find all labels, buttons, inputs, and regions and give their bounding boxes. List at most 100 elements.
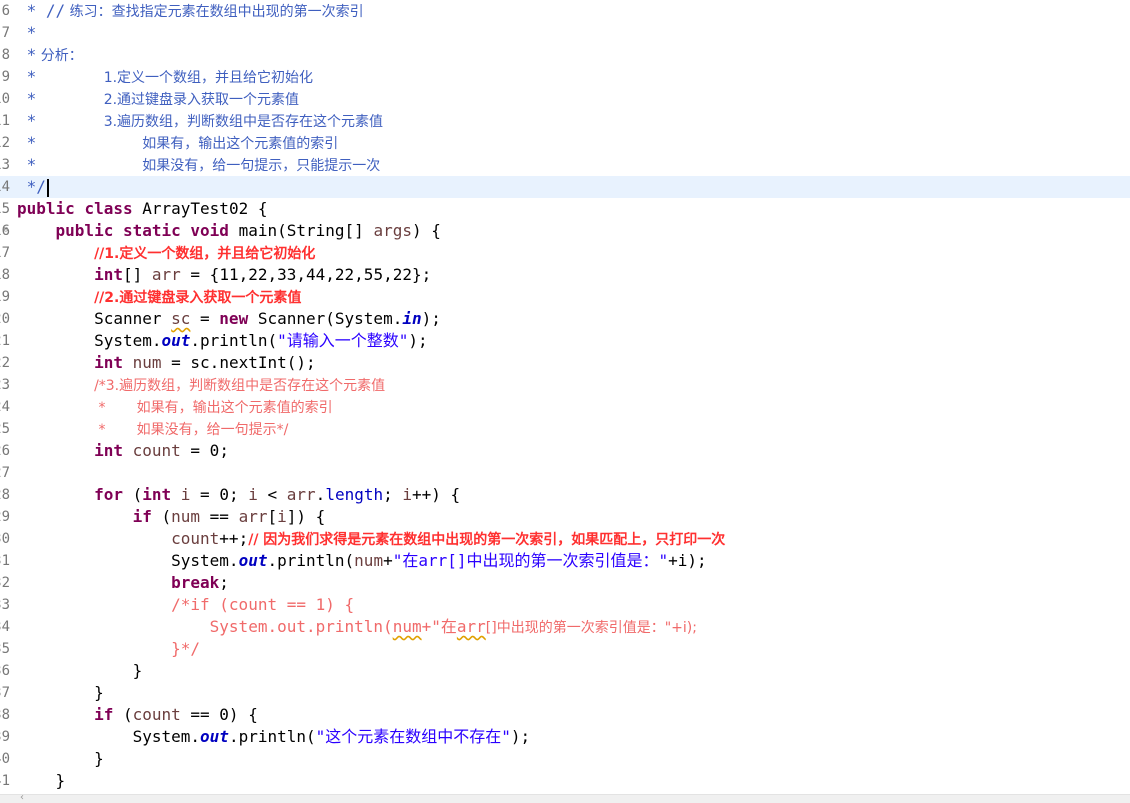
line-number: 8 bbox=[1, 47, 10, 63]
block-comment: /*3.遍历数组，判断数组中是否存在这个元素值 bbox=[94, 378, 386, 394]
code-line: 22 int num = sc.nextInt(); bbox=[0, 353, 316, 372]
line-number: 11 bbox=[0, 113, 10, 129]
line-number: 37 bbox=[0, 685, 10, 701]
code-line: 41 } bbox=[0, 771, 66, 790]
code-line: 35 }*/ bbox=[0, 638, 1130, 660]
code-line: 31 System.out.println(num+"在arr[]中出现的第一次… bbox=[0, 551, 707, 570]
line-number: 9 bbox=[1, 69, 10, 85]
code-line: 8 * 分析： bbox=[0, 44, 1130, 66]
horizontal-scrollbar[interactable]: ‹ bbox=[0, 792, 1130, 803]
line-number: 33 bbox=[0, 597, 10, 613]
code-line: 19 //2.通过键盘录入获取一个元素值 bbox=[0, 286, 1130, 308]
line-number: 7 bbox=[1, 25, 10, 41]
code-line: 40 } bbox=[0, 749, 104, 768]
comment-text: * bbox=[17, 89, 104, 108]
comment-text: 练习：查找指定元素在数组中出现的第一次索引 bbox=[65, 4, 364, 20]
line-number: 31 bbox=[0, 553, 10, 569]
comment-text: * bbox=[17, 67, 104, 86]
code-editor[interactable]: 6 * // 练习：查找指定元素在数组中出现的第一次索引 7 * 8 * 分析：… bbox=[0, 0, 1130, 795]
line-number: 13 bbox=[0, 157, 10, 173]
comment-text: 2.通过键盘录入获取一个元素值 bbox=[103, 92, 300, 108]
code-line: 20 Scanner sc = new Scanner(System.in); bbox=[0, 309, 441, 328]
line-number: 20 bbox=[0, 311, 10, 327]
code-line: 25 * 如果没有，给一句提示*/ bbox=[0, 418, 1130, 440]
warning-underline[interactable]: sc bbox=[171, 309, 190, 328]
comment-text: */ bbox=[17, 177, 46, 196]
class-declaration: ArrayTest02 { bbox=[132, 199, 268, 218]
line-number: 6 bbox=[1, 3, 10, 19]
line-number: 38 bbox=[0, 707, 10, 723]
block-comment: * 如果有，输出这个元素值的索引 bbox=[94, 400, 333, 416]
spelling-underline: num bbox=[392, 617, 422, 636]
spelling-underline: arr bbox=[456, 617, 486, 636]
comment-text: 如果没有，给一句提示，只能提示一次 bbox=[142, 158, 381, 174]
text-cursor bbox=[46, 178, 49, 197]
code-line: 34 System.out.println(num+"在arr[]中出现的第一次… bbox=[0, 617, 697, 636]
comment-text: * bbox=[17, 133, 143, 152]
line-comment: // 因为我们求得是元素在数组中出现的第一次索引，如果匹配上，只打印一次 bbox=[248, 532, 726, 548]
line-number: 21 bbox=[0, 333, 10, 349]
scroll-left-icon[interactable]: ‹ bbox=[20, 792, 24, 803]
comment-text: 分析： bbox=[36, 48, 83, 64]
line-number: 19 bbox=[0, 289, 10, 305]
comment-text: * bbox=[17, 23, 37, 42]
code-line: 9 * 1.定义一个数组，并且给它初始化 bbox=[0, 66, 1130, 88]
code-line: 23 /*3.遍历数组，判断数组中是否存在这个元素值 bbox=[0, 374, 1130, 396]
code-line: 7 * bbox=[0, 22, 1130, 44]
comment-text: * bbox=[17, 111, 104, 130]
line-number: 14 bbox=[0, 179, 10, 195]
code-line: 32 break; bbox=[0, 573, 229, 592]
line-number: 39 bbox=[0, 729, 10, 745]
line-number: 24 bbox=[0, 399, 10, 415]
code-line: 29 if (num == arr[i]) { bbox=[0, 507, 326, 526]
comment-text: 如果有，输出这个元素值的索引 bbox=[142, 136, 339, 152]
current-line[interactable]: 14 */ bbox=[0, 176, 1130, 198]
line-number: 41 bbox=[0, 773, 10, 789]
string-literal: "这个元素在数组中不存在" bbox=[315, 727, 511, 746]
block-comment: /*if (count == 1) { bbox=[171, 595, 355, 614]
string-literal: "在arr[]中出现的第一次索引值是：" bbox=[392, 551, 669, 570]
line-number: 29 bbox=[0, 509, 10, 525]
line-comment: //2.通过键盘录入获取一个元素值 bbox=[94, 290, 302, 306]
line-number: 30 bbox=[0, 531, 10, 547]
line-number: 27 bbox=[0, 465, 10, 481]
block-comment: }*/ bbox=[171, 639, 201, 658]
code-line: 13 * 如果没有，给一句提示，只能提示一次 bbox=[0, 154, 1130, 176]
line-number: 35 bbox=[0, 641, 10, 657]
string-literal: "请输入一个整数" bbox=[277, 331, 409, 350]
line-comment: //1.定义一个数组，并且给它初始化 bbox=[94, 246, 316, 262]
code-line: 15public class ArrayTest02 { bbox=[0, 199, 268, 218]
comment-text: * bbox=[17, 155, 143, 174]
comment-text: 1.定义一个数组，并且给它初始化 bbox=[103, 70, 314, 86]
line-number: 32 bbox=[0, 575, 10, 591]
line-number: 36 bbox=[0, 663, 10, 679]
line-number: 26 bbox=[0, 443, 10, 459]
code-line: 39 System.out.println("这个元素在数组中不存在"); bbox=[0, 727, 531, 746]
collapse-icon[interactable]: ⊖ bbox=[3, 226, 8, 235]
code-line: 37 } bbox=[0, 683, 104, 702]
code-line: 28 for (int i = 0; i < arr.length; i++) … bbox=[0, 485, 461, 504]
line-number: 34 bbox=[0, 619, 10, 635]
code-line: 12 * 如果有，输出这个元素值的索引 bbox=[0, 132, 1130, 154]
code-line: 33 /*if (count == 1) { bbox=[0, 594, 1130, 616]
comment-text: 3.遍历数组，判断数组中是否存在这个元素值 bbox=[103, 114, 384, 130]
code-line: 6 * // 练习：查找指定元素在数组中出现的第一次索引 bbox=[0, 0, 1130, 22]
code-line: 38 if (count == 0) { bbox=[0, 705, 258, 724]
code-line: 36 } bbox=[0, 661, 143, 680]
line-number: 17 bbox=[0, 245, 10, 261]
line-number: 10 bbox=[0, 91, 10, 107]
line-number: 12 bbox=[0, 135, 10, 151]
code-line: 26 int count = 0; bbox=[0, 441, 229, 460]
line-number: 23 bbox=[0, 377, 10, 393]
line-number: 15 bbox=[0, 201, 10, 217]
code-line: 27 bbox=[0, 462, 1130, 484]
code-line: 21 System.out.println("请输入一个整数"); bbox=[0, 331, 428, 350]
code-line: 10 * 2.通过键盘录入获取一个元素值 bbox=[0, 88, 1130, 110]
code-line: 18 int[] arr = {11,22,33,44,22,55,22}; bbox=[0, 265, 432, 284]
comment-text: * bbox=[17, 45, 37, 64]
line-number: 22 bbox=[0, 355, 10, 371]
code-line: 30 count++;// 因为我们求得是元素在数组中出现的第一次索引，如果匹配… bbox=[0, 529, 726, 548]
code-line: 16⊖ public static void main(String[] arg… bbox=[0, 221, 441, 240]
code-line: 24 * 如果有，输出这个元素值的索引 bbox=[0, 396, 1130, 418]
comment-text: * // bbox=[17, 1, 66, 20]
